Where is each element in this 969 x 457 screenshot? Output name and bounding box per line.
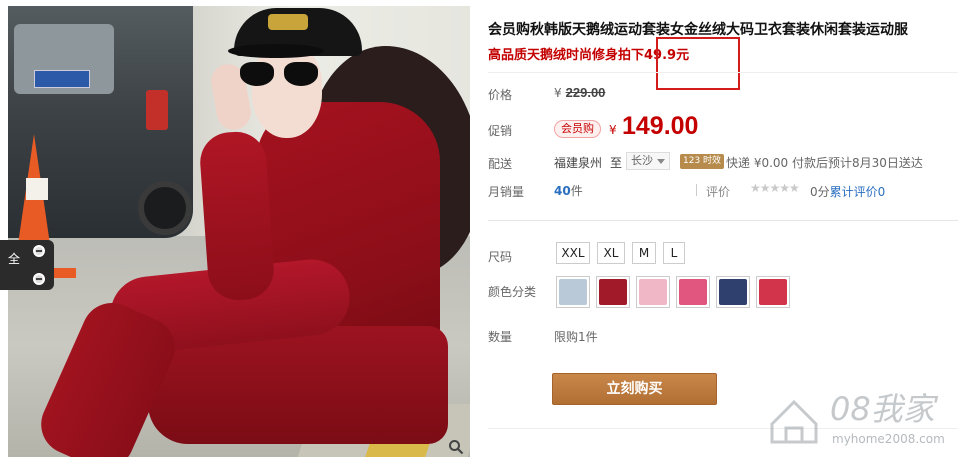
shipping-detail: 快递 ¥0.00 付款后预计8月30日送达 xyxy=(726,156,923,170)
color-swatch xyxy=(559,279,587,305)
shipping-label: 配送 xyxy=(488,157,513,171)
color-swatch xyxy=(759,279,787,305)
monthly-sales-count: 40 xyxy=(554,184,571,198)
review-score: 0分 xyxy=(810,185,830,199)
model-face xyxy=(252,46,322,138)
review-count-link[interactable]: 累计评价0 xyxy=(830,185,886,199)
divider xyxy=(488,220,958,221)
color-option-thumbnail[interactable] xyxy=(636,276,670,308)
shipping-destination-value: 长沙 xyxy=(631,154,653,167)
traffic-cone-band xyxy=(26,178,48,200)
shipping-origin: 福建泉州 xyxy=(554,156,603,170)
size-option[interactable]: M xyxy=(632,242,656,264)
chevron-down-icon xyxy=(657,159,665,164)
original-price: ¥229.00 xyxy=(554,85,605,100)
member-badge: 会员购 xyxy=(554,120,601,138)
quantity-limit: 限购1件 xyxy=(554,330,598,344)
color-option-thumbnail[interactable] xyxy=(756,276,790,308)
watermark-url: myhome2008.com xyxy=(832,432,945,446)
car-taillight xyxy=(146,90,168,130)
size-label: 尺码 xyxy=(488,250,513,264)
monthly-sales-label: 月销量 xyxy=(488,185,525,199)
side-tool-label: 全 xyxy=(8,252,21,266)
model-sunglasses xyxy=(240,62,320,88)
price-label: 价格 xyxy=(488,88,513,102)
car-wheel xyxy=(138,181,192,235)
annotation-highlight-box xyxy=(656,37,740,90)
original-price-value: 229.00 xyxy=(565,85,606,100)
color-swatch xyxy=(679,279,707,305)
color-swatch xyxy=(639,279,667,305)
promo-label: 促销 xyxy=(488,124,513,138)
model-arm xyxy=(198,129,276,303)
product-title: 会员购秋韩版天鹅绒运动套装女金丝绒大码卫衣套装休闲套装运动服 xyxy=(488,22,908,38)
color-label: 颜色分类 xyxy=(488,285,537,299)
review-summary: 0分累计评价0 xyxy=(810,183,885,200)
cap-emblem xyxy=(268,14,308,30)
color-swatch xyxy=(719,279,747,305)
color-swatch xyxy=(599,279,627,305)
promo-currency-symbol: ¥ xyxy=(609,123,617,137)
buy-now-button[interactable]: 立刻购买 xyxy=(552,373,717,405)
shipping-destination-select[interactable]: 长沙 xyxy=(626,152,670,170)
promo-price: 149.00 xyxy=(622,112,699,140)
car-plate xyxy=(34,70,90,88)
divider xyxy=(488,72,958,73)
zoom-icon[interactable] xyxy=(448,439,464,455)
color-option-thumbnail[interactable] xyxy=(676,276,710,308)
product-main-image[interactable] xyxy=(8,6,470,457)
currency-symbol: ¥ xyxy=(554,86,562,100)
color-option-thumbnail[interactable] xyxy=(716,276,750,308)
side-tool-up-icon[interactable] xyxy=(33,245,45,257)
side-tool-widget[interactable]: 全 xyxy=(0,240,54,290)
watermark-brand: 08我家 xyxy=(830,390,935,428)
size-option[interactable]: XXL xyxy=(556,242,590,264)
color-option-thumbnail[interactable] xyxy=(596,276,630,308)
delivery-time-badge: 123 时效 xyxy=(680,154,725,169)
rating-stars-icon: ★★★★★ xyxy=(750,181,800,195)
shipping-to-word: 至 xyxy=(610,156,623,170)
divider xyxy=(696,184,697,196)
monthly-sales-unit: 件 xyxy=(570,184,583,198)
quantity-label: 数量 xyxy=(488,330,513,344)
model-cap xyxy=(228,8,362,58)
size-option[interactable]: L xyxy=(663,242,685,264)
side-tool-down-icon[interactable] xyxy=(33,273,45,285)
monthly-sales-value: 40件 xyxy=(554,182,583,199)
size-option[interactable]: XL xyxy=(597,242,625,264)
cap-brim xyxy=(228,44,324,58)
review-label: 评价 xyxy=(706,185,731,199)
color-option-thumbnail[interactable] xyxy=(556,276,590,308)
